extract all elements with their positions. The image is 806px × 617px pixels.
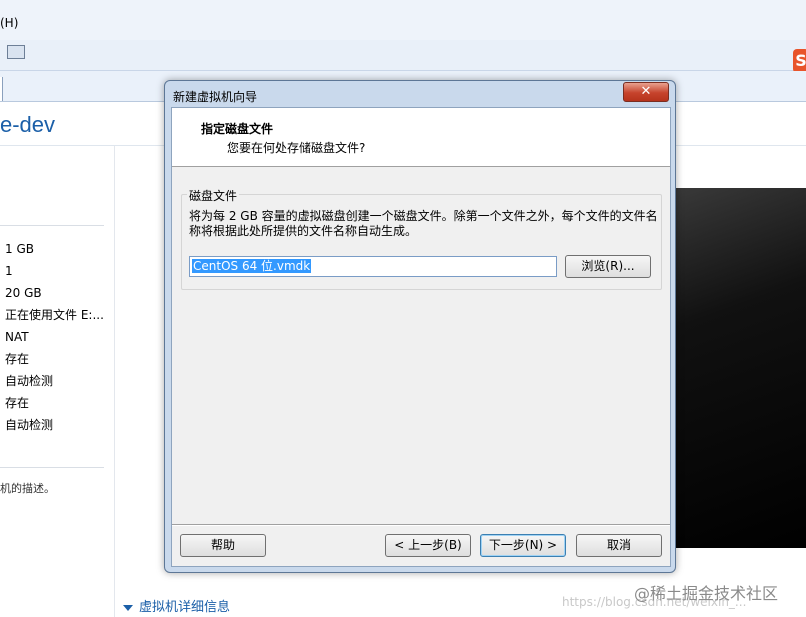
- close-icon: ✕: [640, 84, 652, 99]
- wizard-step-title: 指定磁盘文件: [201, 122, 274, 136]
- vm-title: e-dev: [0, 112, 56, 137]
- hardware-usb: 存在: [5, 352, 30, 366]
- hardware-list: 1 GB 1 20 GB 正在使用文件 E:... NAT 存在 自动检测 存在…: [5, 238, 104, 436]
- hardware-processors: 1: [5, 264, 13, 278]
- divider: [0, 467, 104, 468]
- tab-vm[interactable]: [0, 77, 3, 101]
- divider: [0, 225, 104, 226]
- disk-file-name-value: CentOS 64 位.vmdk: [192, 259, 312, 273]
- brand-watermark: @稀土掘金技术社区: [634, 584, 779, 603]
- cancel-button[interactable]: 取消: [576, 534, 662, 557]
- collapse-triangle-icon: [123, 604, 133, 611]
- dialog-title: 新建虚拟机向导: [173, 90, 258, 104]
- hardware-printer: 存在: [5, 396, 30, 410]
- menu-help[interactable]: (H): [0, 16, 18, 30]
- disk-file-name-input[interactable]: CentOS 64 位.vmdk: [189, 256, 557, 277]
- next-button[interactable]: 下一步(N) >: [480, 534, 566, 557]
- dialog-body: 指定磁盘文件 您要在何处存储磁盘文件? 磁盘文件 将为每 2 GB 容量的虚拟磁…: [171, 107, 671, 567]
- hardware-memory: 1 GB: [5, 242, 34, 256]
- disk-file-group-label: 磁盘文件: [187, 187, 240, 204]
- divider: [172, 524, 670, 526]
- help-button[interactable]: 帮助: [180, 534, 266, 557]
- window-icon[interactable]: [7, 45, 25, 59]
- disk-file-description: 将为每 2 GB 容量的虚拟磁盘创建一个磁盘文件。除第一个文件之外，每个文件的文…: [189, 209, 658, 238]
- app-logo-icon: S: [793, 49, 806, 73]
- description-hint[interactable]: 机的描述。: [0, 480, 55, 496]
- hardware-cdrom: 正在使用文件 E:...: [5, 308, 104, 322]
- wizard-step-subtitle: 您要在何处存储磁盘文件?: [227, 141, 366, 155]
- dialog-titlebar[interactable]: 新建虚拟机向导 ✕: [165, 81, 675, 107]
- back-button[interactable]: < 上一步(B): [385, 534, 471, 557]
- close-button[interactable]: ✕: [623, 82, 669, 102]
- menu-bar: (H): [0, 0, 806, 41]
- vm-details-header[interactable]: 虚拟机详细信息: [123, 596, 230, 615]
- new-vm-wizard-dialog: 新建虚拟机向导 ✕ 指定磁盘文件 您要在何处存储磁盘文件? 磁盘文件 将为每 2…: [164, 80, 676, 573]
- hardware-disk: 20 GB: [5, 286, 42, 300]
- hardware-display: 自动检测: [5, 418, 54, 432]
- hardware-network: NAT: [5, 330, 29, 344]
- browse-button[interactable]: 浏览(R)...: [565, 255, 651, 278]
- wizard-header: 指定磁盘文件 您要在何处存储磁盘文件?: [172, 108, 670, 167]
- vm-preview-screen[interactable]: [664, 188, 806, 548]
- hardware-sound: 自动检测: [5, 374, 54, 388]
- vm-details-label: 虚拟机详细信息: [139, 600, 231, 615]
- toolbar: [0, 40, 806, 71]
